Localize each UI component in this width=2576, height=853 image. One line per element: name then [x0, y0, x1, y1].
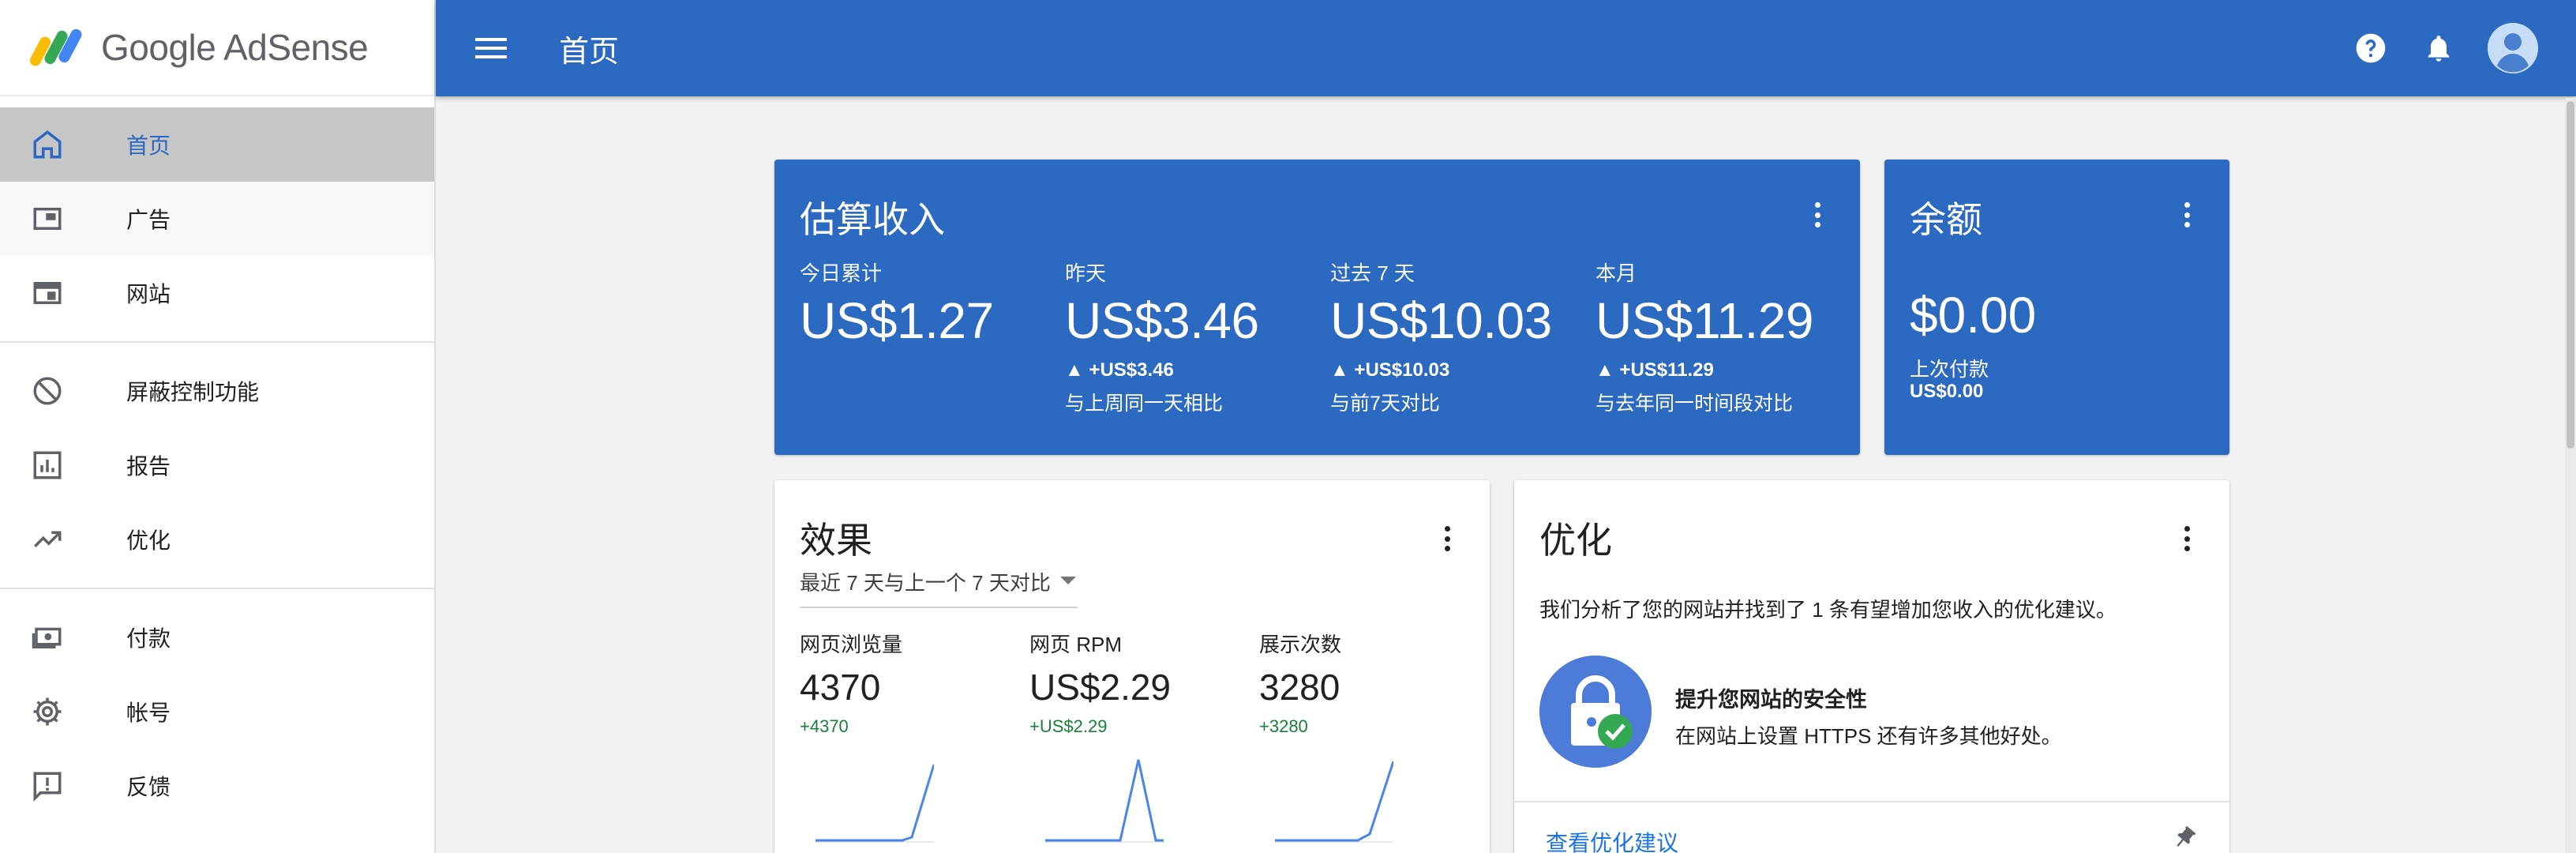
sidebar: Google AdSense 首页 广告 网站 屏蔽控制功能 报告 优化 付款 …	[0, 0, 436, 853]
stat-delta: +3280	[1259, 716, 1308, 736]
stat-label: 网页 RPM	[1029, 633, 1123, 656]
card-title: 估算收入	[800, 199, 945, 240]
balance-value: $0.00	[1910, 287, 2037, 344]
sparkline-impressions	[1275, 761, 1393, 843]
secure-lock-icon	[1539, 656, 1652, 768]
stat-label: 今日累计	[800, 261, 883, 285]
stat-delta: +US$2.29	[1029, 716, 1108, 736]
app-name: Google AdSense	[101, 27, 369, 68]
stat-page-rpm: 网页 RPM US$2.29 +US$2.29	[1029, 629, 1171, 737]
notifications-bell-icon[interactable]	[2420, 29, 2458, 67]
ads-icon	[30, 201, 65, 236]
sidebar-item-reports[interactable]: 报告	[0, 428, 434, 502]
sidebar-item-label: 反馈	[126, 775, 171, 799]
divider	[1514, 801, 2229, 802]
menu-icon[interactable]	[472, 29, 510, 67]
stat-label: 过去 7 天	[1330, 261, 1415, 285]
stat-delta: ▲ +US$11.29	[1595, 359, 1714, 381]
sparkline-page-views	[816, 764, 934, 843]
sidebar-item-label: 帐号	[126, 701, 171, 725]
sidebar-item-label: 付款	[126, 626, 171, 651]
more-options-icon[interactable]	[1809, 199, 1825, 231]
last-payment-label: 上次付款	[1910, 359, 1989, 381]
date-range-value: 最近 7 天与上一个 7 天对比	[800, 571, 1051, 595]
more-options-icon[interactable]	[1439, 523, 1455, 554]
sidebar-item-label: 网站	[126, 282, 171, 306]
trending-up-icon	[30, 522, 65, 557]
sidebar-item-label: 屏蔽控制功能	[126, 380, 260, 404]
block-icon	[30, 374, 65, 408]
feedback-icon	[30, 768, 65, 803]
stat-value: US$1.27	[800, 292, 994, 349]
estimated-earnings-card: 估算收入 今日累计 US$1.27 昨天 US$3.46 ▲ +US$3.46 …	[774, 160, 1860, 455]
sites-icon	[30, 276, 65, 310]
page-scrollbar[interactable]	[2565, 98, 2576, 853]
view-optimizations-link[interactable]: 查看优化建议	[1546, 826, 1678, 853]
pin-icon[interactable]	[2169, 825, 2198, 853]
stat-value: 3280	[1259, 667, 1340, 708]
optimization-description: 我们分析了您的网站并找到了 1 条有望增加您收入的优化建议。	[1539, 598, 2117, 622]
card-title: 优化	[1539, 520, 1612, 561]
sidebar-item-blocking-controls[interactable]: 屏蔽控制功能	[0, 354, 434, 428]
stat-value: US$10.03	[1330, 292, 1552, 349]
stat-page-views: 网页浏览量 4370 +4370	[800, 629, 902, 737]
sparkline-page-rpm	[1045, 759, 1164, 843]
top-app-bar: 首页	[436, 0, 2576, 96]
balance-card: 余额 $0.00 上次付款 US$0.00	[1884, 160, 2229, 455]
avatar[interactable]	[2488, 23, 2538, 73]
page-title: 首页	[559, 35, 620, 69]
stat-label: 网页浏览量	[800, 633, 903, 656]
sidebar-item-feedback[interactable]: 反馈	[0, 749, 434, 823]
stat-impressions: 展示次数 3280 +3280	[1259, 629, 1341, 737]
more-options-icon[interactable]	[2179, 523, 2195, 554]
sidebar-item-payments[interactable]: 付款	[0, 600, 434, 675]
stat-yesterday: 昨天 US$3.46 ▲ +US$3.46 与上周同一天相比	[1065, 257, 1259, 416]
stat-value: US$2.29	[1029, 667, 1172, 708]
stat-value: US$3.46	[1065, 292, 1259, 349]
stat-label: 本月	[1595, 261, 1637, 285]
stat-delta: ▲ +US$10.03	[1330, 359, 1450, 381]
stat-today: 今日累计 US$1.27	[800, 257, 994, 350]
last-payment-value: US$0.00	[1910, 381, 1984, 402]
stat-delta: +4370	[800, 716, 849, 736]
stat-label: 昨天	[1065, 261, 1107, 285]
stat-label: 展示次数	[1259, 633, 1342, 656]
chevron-down-icon	[1059, 577, 1076, 584]
sidebar-item-label: 优化	[126, 528, 171, 553]
sidebar-item-home[interactable]: 首页	[0, 107, 434, 182]
card-title: 余额	[1910, 199, 1982, 240]
optimization-item-title: 提升您网站的安全性	[1675, 688, 1867, 712]
help-icon[interactable]	[2352, 29, 2390, 67]
stat-compare: 与上周同一天相比	[1065, 393, 1224, 415]
reports-icon	[30, 448, 65, 483]
sidebar-item-label: 报告	[126, 454, 171, 479]
stat-delta: ▲ +US$3.46	[1065, 359, 1174, 381]
sidebar-item-ads[interactable]: 广告	[0, 182, 434, 256]
sidebar-item-account[interactable]: 帐号	[0, 675, 434, 749]
gear-icon	[30, 694, 65, 729]
payments-icon	[30, 620, 65, 655]
sidebar-item-sites[interactable]: 网站	[0, 256, 434, 330]
adsense-logo[interactable]: Google AdSense	[0, 0, 434, 96]
adsense-logo-icon	[29, 24, 82, 70]
sidebar-item-optimization[interactable]: 优化	[0, 502, 434, 577]
stat-last-7-days: 过去 7 天 US$10.03 ▲ +US$10.03 与前7天对比	[1330, 257, 1552, 416]
stat-value: 4370	[800, 667, 881, 708]
stat-compare: 与前7天对比	[1330, 393, 1440, 415]
sidebar-item-label: 广告	[126, 208, 171, 232]
stat-this-month: 本月 US$11.29 ▲ +US$11.29 与去年同一时间段对比	[1595, 257, 1813, 416]
date-range-select[interactable]: 最近 7 天与上一个 7 天对比	[800, 567, 1078, 608]
performance-card: 效果 最近 7 天与上一个 7 天对比 网页浏览量 4370 +4370 网页 …	[774, 480, 1490, 853]
optimization-card: 优化 我们分析了您的网站并找到了 1 条有望增加您收入的优化建议。 提升您网站的…	[1514, 480, 2229, 853]
scrollbar-thumb[interactable]	[2567, 101, 2574, 449]
stat-compare: 与去年同一时间段对比	[1595, 393, 1794, 415]
home-icon	[30, 127, 65, 162]
card-title: 效果	[800, 520, 872, 561]
sidebar-item-label: 首页	[126, 133, 171, 158]
more-options-icon[interactable]	[2179, 199, 2195, 231]
optimization-item-subtitle: 在网站上设置 HTTPS 还有许多其他好处。	[1675, 724, 2062, 748]
stat-value: US$11.29	[1595, 292, 1813, 349]
